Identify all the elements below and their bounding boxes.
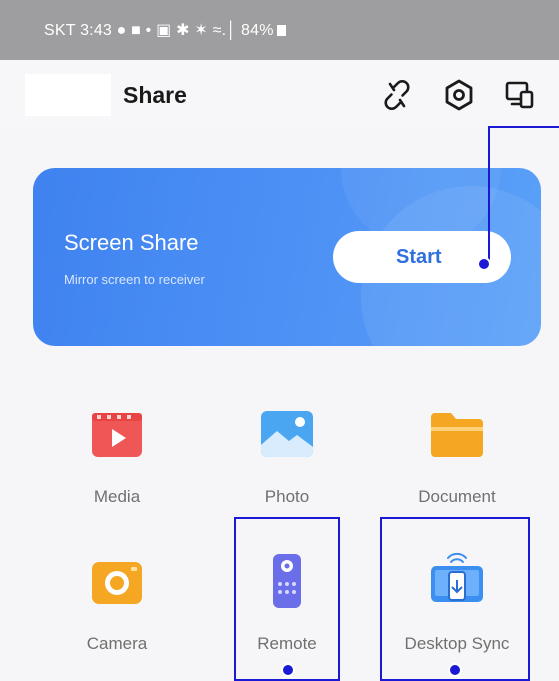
folder-icon [431, 413, 483, 457]
back-area[interactable] [25, 74, 111, 116]
link-off-icon[interactable] [380, 78, 414, 112]
feature-label: Photo [264, 487, 310, 506]
feature-camera[interactable]: Camera [42, 552, 192, 672]
start-button-label: Start [396, 246, 442, 268]
screen-share-subtitle: Mirror screen to receiver [64, 272, 205, 287]
settings-icon[interactable] [442, 78, 476, 112]
feature-label: Camera [86, 634, 148, 653]
photo-icon [261, 411, 313, 457]
status-text: SKT 3:43 ● ■ • ▣ ✱ ✶ ≈.│ 84% [44, 22, 274, 39]
battery-icon [276, 24, 286, 36]
annotation-dot [448, 663, 462, 677]
feature-photo[interactable]: Photo [212, 405, 362, 525]
annotation-line [488, 126, 490, 266]
feature-media[interactable]: Media [42, 405, 192, 525]
status-bar: SKT 3:43 ● ■ • ▣ ✱ ✶ ≈.│ 84% [0, 0, 559, 60]
feature-document[interactable]: Document [382, 405, 532, 525]
feature-label: Media [93, 487, 141, 506]
annotation-box-desktop-sync [380, 517, 530, 681]
feature-label: Document [418, 487, 496, 506]
annotation-dot [281, 663, 295, 677]
screen-share-card: Screen Share Mirror screen to receiver S… [33, 168, 541, 346]
app-header: Share [0, 60, 559, 130]
annotation-dot [477, 257, 491, 271]
camera-icon [92, 562, 142, 604]
annotation-box-remote [234, 517, 340, 681]
screen-share-title: Screen Share [64, 230, 199, 255]
screen-mirror-icon[interactable] [503, 78, 537, 112]
page-title: Share [123, 82, 187, 108]
media-video-icon [92, 413, 142, 457]
annotation-line [488, 126, 559, 128]
